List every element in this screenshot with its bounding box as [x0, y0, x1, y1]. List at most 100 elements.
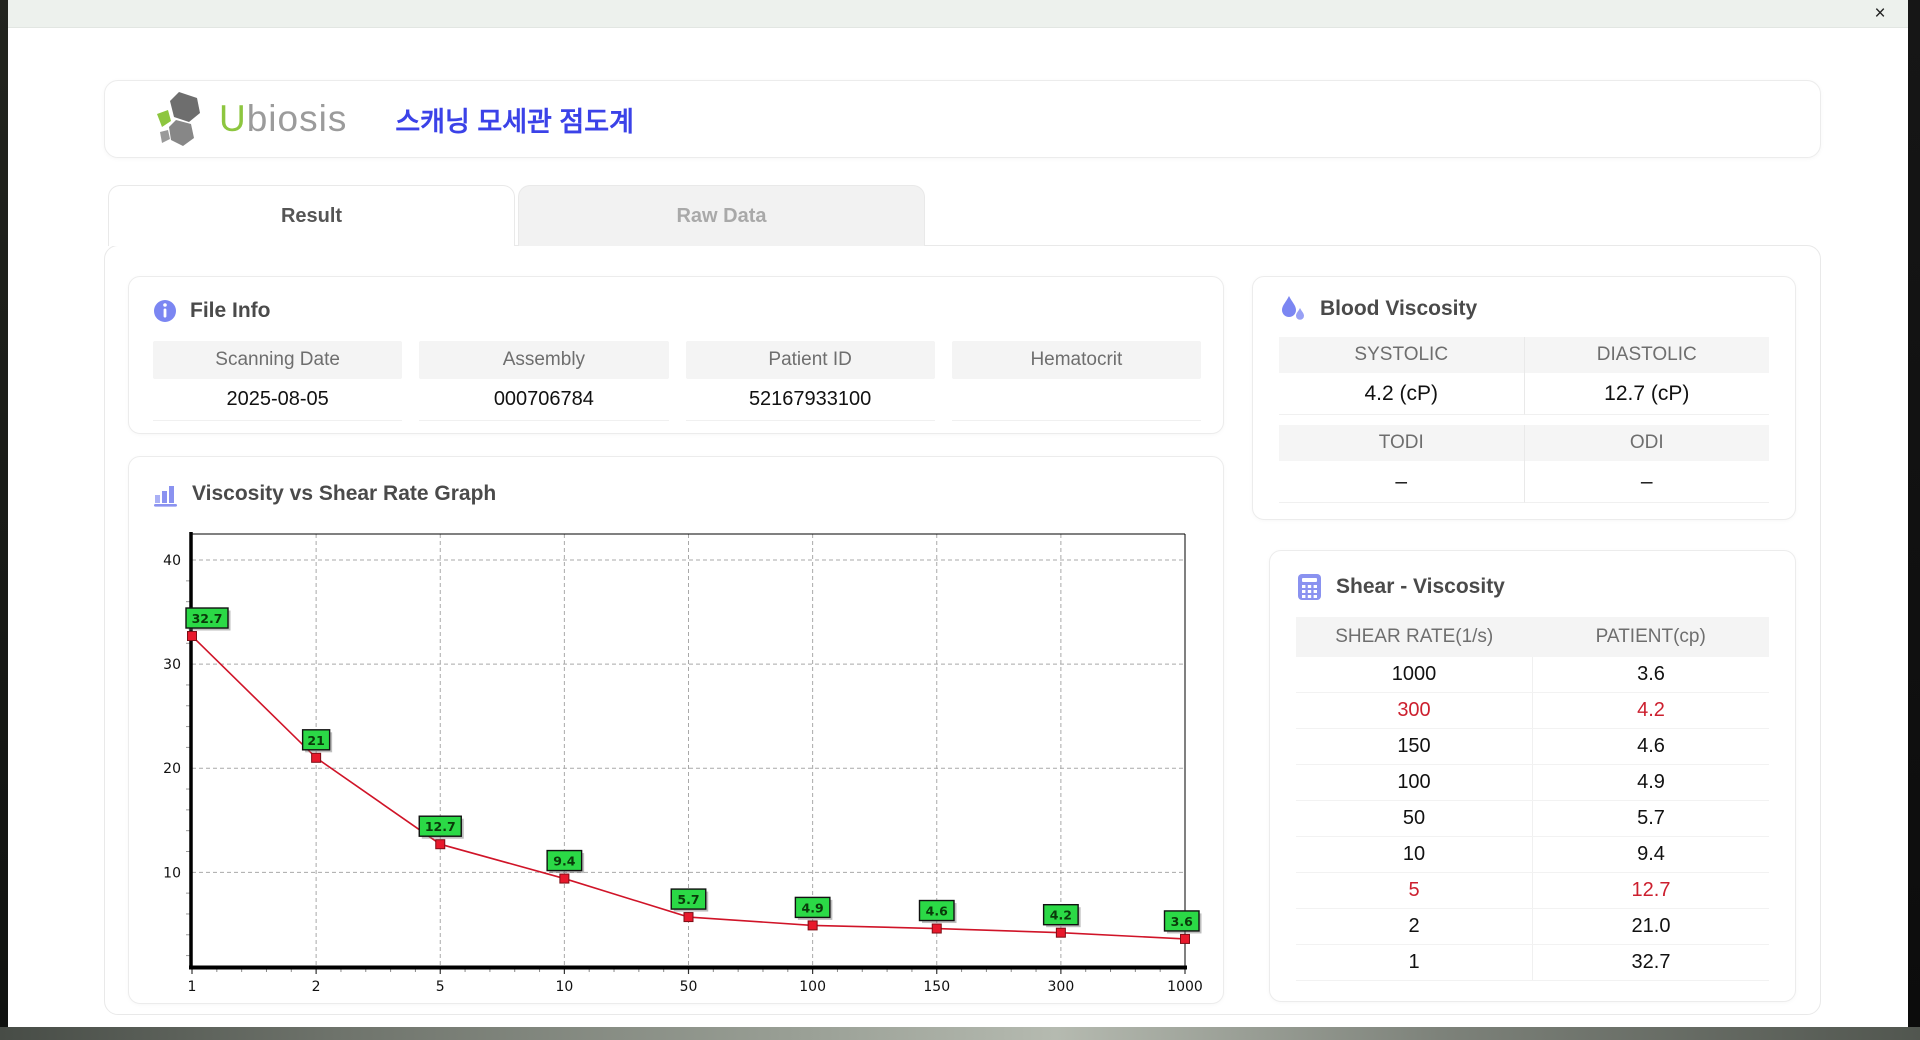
file-info-title: File Info	[190, 299, 271, 322]
blood-viscosity-value-row: – –	[1279, 461, 1769, 503]
droplets-icon	[1279, 295, 1307, 323]
shear-rate-cell: 10	[1296, 837, 1533, 872]
graph-header: Viscosity vs Shear Rate Graph	[153, 481, 1223, 507]
patient-cell: 4.6	[1637, 735, 1665, 757]
file-info-field: Scanning Date 2025-08-05	[153, 341, 403, 421]
chart-marker	[683, 912, 694, 923]
patient-cell: 32.7	[1631, 951, 1671, 973]
file-info-field-label: Scanning Date	[153, 341, 403, 379]
file-info-field-value: 2025-08-05	[153, 379, 403, 421]
blood-viscosity-table: SYSTOLIC DIASTOLIC 4.2 (cP) 12.7 (cP) TODI OD…	[1279, 337, 1769, 503]
bar-chart-icon	[153, 481, 179, 507]
desktop-strip-bottom	[0, 1027, 1920, 1040]
chart-x-tick-label: 10	[555, 979, 573, 995]
viscosity-chart: 32.7 21 12.7 9.4 5.7 4.9 4.6 4.2 3.6 1 2 5 10 50 100 15…	[163, 532, 1203, 995]
file-info-field: Patient ID 52167933100	[685, 341, 935, 421]
chart-y-tick-label: 40	[163, 553, 181, 569]
chart-y-tick-label: 20	[163, 761, 181, 777]
chart-marker	[1180, 933, 1190, 944]
chart-point-label: 4.6	[926, 904, 948, 919]
shear-table-row: 50 5.7	[1296, 801, 1769, 837]
shear-rate-cell: 150	[1296, 729, 1533, 764]
shear-table-row: 1 32.7	[1296, 945, 1769, 981]
file-info-field: Hematocrit	[951, 341, 1201, 421]
blood-viscosity-cell-value: 12.7 (cP)	[1524, 373, 1769, 415]
patient-cell: 5.7	[1637, 807, 1665, 829]
logo-text-u: U	[219, 98, 247, 139]
chart-marker	[311, 752, 322, 763]
desktop-edge-left	[0, 0, 8, 1040]
shear-rate-cell: 5	[1296, 873, 1533, 908]
window-titlebar: ×	[8, 0, 1908, 28]
blood-viscosity-cell-label: TODI	[1279, 425, 1525, 461]
info-icon	[153, 299, 177, 323]
patient-cell: 21.0	[1631, 915, 1671, 937]
tab-bar: Result Raw Data	[108, 185, 925, 246]
shear-viscosity-table: SHEAR RATE(1/s) PATIENT(cp) 1000 3.6 300 4.2 1…	[1296, 617, 1769, 981]
chart-x-tick-label: 1000	[1167, 979, 1203, 995]
ubiosis-logo-icon	[151, 89, 213, 149]
patient-cell: 12.7	[1631, 879, 1671, 901]
blood-viscosity-card: Blood Viscosity SYSTOLIC DIASTOLIC 4.2 (cP…	[1252, 276, 1796, 520]
window-close-button[interactable]: ×	[1866, 1, 1894, 26]
patient-cell: 9.4	[1637, 843, 1665, 865]
chart-marker	[435, 839, 446, 850]
chart-point-label: 3.6	[1171, 914, 1193, 929]
graph-title: Viscosity vs Shear Rate Graph	[192, 482, 497, 505]
file-info-field-label: Hematocrit	[951, 341, 1201, 379]
header-card: Ubiosis 스캐닝 모세관 점도계	[104, 80, 1821, 158]
file-info-card: File Info Scanning Date 2025-08-05 Assembl…	[128, 276, 1224, 434]
chart-marker	[187, 631, 197, 642]
chart-x-tick-label: 50	[680, 979, 698, 995]
blood-viscosity-cell-value: –	[1524, 461, 1769, 503]
file-info-field-value: 52167933100	[685, 379, 935, 421]
shear-table-header-cell: PATIENT(cp)	[1595, 626, 1706, 647]
chart-y-tick-label: 30	[163, 657, 181, 673]
logo-text: Ubiosis	[219, 98, 347, 140]
blood-viscosity-cell-value: 4.2 (cP)	[1279, 373, 1525, 415]
chart-x-tick-label: 1	[188, 979, 197, 995]
blood-viscosity-title: Blood Viscosity	[1320, 297, 1478, 320]
shear-rate-cell: 1	[1296, 945, 1533, 980]
chart-x-tick-label: 5	[436, 979, 445, 995]
chart-marker	[807, 920, 818, 931]
file-info-field-value	[951, 379, 1201, 421]
shear-table-row: 1000 3.6	[1296, 657, 1769, 693]
blood-viscosity-label-row: SYSTOLIC DIASTOLIC	[1279, 337, 1769, 373]
shear-rate-cell: 100	[1296, 765, 1533, 800]
file-info-fields: Scanning Date 2025-08-05 Assembly 000706784…	[153, 341, 1201, 421]
shear-table-row: 300 4.2	[1296, 693, 1769, 729]
patient-cell: 4.2	[1637, 699, 1665, 721]
blood-viscosity-cell-label: SYSTOLIC	[1279, 337, 1525, 373]
file-info-header: File Info	[153, 299, 1201, 323]
shear-rate-cell: 2	[1296, 909, 1533, 944]
shear-viscosity-title: Shear - Viscosity	[1336, 575, 1505, 598]
file-info-field-label: Assembly	[419, 341, 669, 379]
shear-table-row: 5 12.7	[1296, 873, 1769, 909]
chart-x-tick-label: 150	[923, 979, 950, 995]
patient-cell: 3.6	[1637, 663, 1665, 685]
file-info-field-label: Patient ID	[685, 341, 935, 379]
tab-result[interactable]: Result	[108, 185, 515, 246]
file-info-field: Assembly 000706784	[419, 341, 669, 421]
desktop-edge-right	[1908, 0, 1920, 1040]
chart-x-tick-label: 2	[312, 979, 321, 995]
chart-marker	[559, 873, 570, 884]
blood-viscosity-cell-label: DIASTOLIC	[1524, 337, 1769, 373]
patient-cell: 4.9	[1637, 771, 1665, 793]
shear-table-row: 10 9.4	[1296, 837, 1769, 873]
tab-raw-data[interactable]: Raw Data	[518, 185, 925, 246]
chart-point-label: 21	[307, 733, 324, 748]
blood-viscosity-cell-value: –	[1279, 461, 1525, 503]
shear-rate-cell: 1000	[1296, 657, 1533, 692]
calculator-icon	[1296, 573, 1323, 601]
chart-y-tick-label: 10	[163, 865, 181, 881]
chart-x-tick-label: 100	[799, 979, 826, 995]
file-info-field-value: 000706784	[419, 379, 669, 421]
logo-text-rest: biosis	[246, 98, 348, 139]
shear-table-header-row: SHEAR RATE(1/s) PATIENT(cp)	[1296, 617, 1769, 657]
ubiosis-logo: Ubiosis	[151, 89, 347, 149]
chart-marker	[931, 923, 942, 934]
chart-point-label: 4.2	[1050, 908, 1072, 923]
app-window: × Ubiosis 스캐닝 모세관 점도계 Result Raw Data Fi…	[0, 0, 1920, 1040]
